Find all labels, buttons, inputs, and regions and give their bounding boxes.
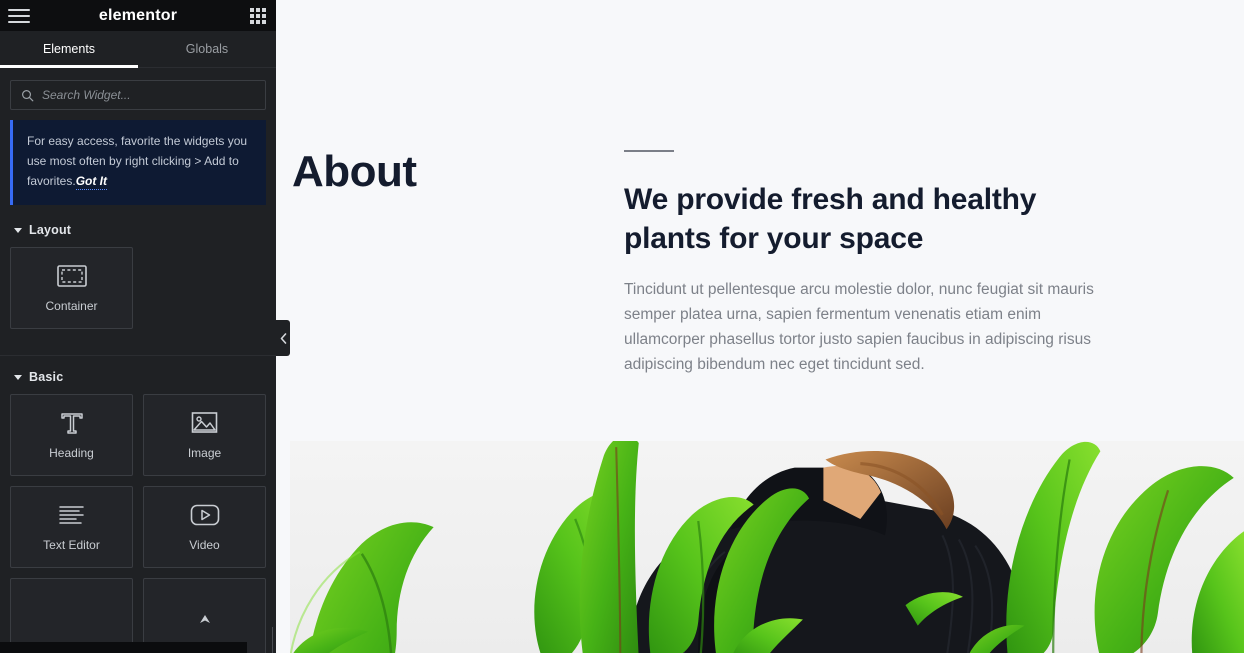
- search-input[interactable]: [42, 88, 255, 102]
- widget-video-label: Video: [189, 538, 220, 553]
- search-widget-area: [0, 68, 276, 120]
- divider: [624, 150, 674, 152]
- about-content: We provide fresh and healthy plants for …: [624, 150, 1124, 377]
- section-layout: Layout Container: [0, 223, 276, 339]
- elementor-editor: elementor Elements Globals For easy: [0, 0, 1244, 653]
- button-icon: [196, 606, 214, 632]
- chevron-left-icon: [280, 332, 286, 344]
- woman-with-plants-photo: [290, 441, 1244, 653]
- basic-widget-grid: Heading Image Text Editor Video: [0, 394, 276, 653]
- chevron-down-icon: [14, 227, 22, 233]
- about-heading: We provide fresh and healthy plants for …: [624, 183, 1037, 255]
- video-play-icon: [190, 502, 220, 528]
- tab-elements[interactable]: Elements: [0, 31, 138, 68]
- widgets-panel: elementor Elements Globals For easy: [0, 0, 276, 653]
- widget-container[interactable]: Container: [10, 247, 133, 330]
- about-section: About We provide fresh and healthy plant…: [276, 0, 1244, 377]
- about-photo: [290, 441, 1244, 653]
- widget-video[interactable]: Video: [143, 486, 266, 569]
- widget-container-label: Container: [45, 299, 98, 314]
- favorites-notice: For easy access, favorite the widgets yo…: [10, 120, 266, 206]
- got-it-link[interactable]: Got It: [75, 173, 108, 190]
- widget-heading-label: Heading: [49, 446, 94, 461]
- chevron-down-icon: [14, 374, 22, 380]
- editor-canvas: About We provide fresh and healthy plant…: [276, 0, 1244, 653]
- section-basic-title: Basic: [29, 370, 64, 385]
- search-box[interactable]: [10, 80, 266, 110]
- container-icon: [56, 263, 87, 289]
- widget-image[interactable]: Image: [143, 394, 266, 477]
- widget-heading[interactable]: Heading: [10, 394, 133, 477]
- favorites-notice-text: For easy access, favorite the widgets yo…: [27, 134, 248, 188]
- panel-scrollbar[interactable]: [272, 627, 273, 653]
- tab-globals[interactable]: Globals: [138, 31, 276, 67]
- image-icon: [191, 410, 218, 436]
- widget-text-editor-label: Text Editor: [43, 538, 100, 553]
- text-editor-icon: [58, 502, 85, 528]
- section-layout-title: Layout: [29, 223, 72, 238]
- panel-collapse-button[interactable]: [276, 320, 290, 356]
- panel-tabs: Elements Globals: [0, 31, 276, 68]
- panel-body: For easy access, favorite the widgets yo…: [0, 68, 276, 653]
- panel-header: elementor: [0, 0, 276, 31]
- about-paragraph: Tincidunt ut pellentesque arcu molestie …: [624, 281, 1094, 374]
- elementor-logo-text: elementor: [98, 6, 178, 24]
- section-layout-header[interactable]: Layout: [0, 223, 276, 247]
- heading-t-icon: [59, 410, 85, 436]
- widget-image-label: Image: [187, 446, 222, 461]
- search-icon: [22, 89, 34, 101]
- section-basic: Basic Heading Image Text Editor Video: [0, 355, 276, 653]
- hamburger-icon[interactable]: [8, 8, 30, 24]
- section-basic-header[interactable]: Basic: [0, 370, 276, 394]
- apps-grid-icon[interactable]: [250, 7, 266, 24]
- widget-text-editor[interactable]: Text Editor: [10, 486, 133, 569]
- panel-bottom-strip: [0, 642, 247, 653]
- page-title: About: [292, 147, 417, 196]
- layout-widget-grid: Container: [0, 247, 276, 339]
